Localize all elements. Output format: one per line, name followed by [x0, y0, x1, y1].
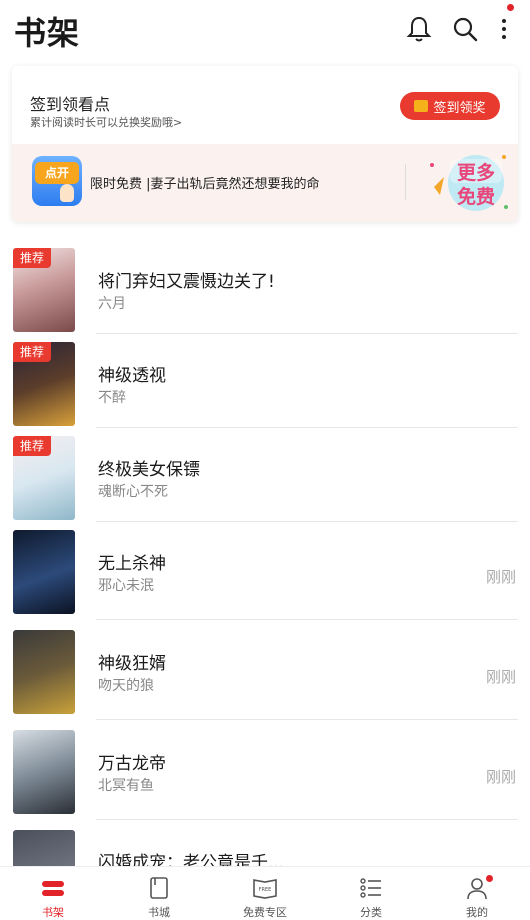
book-author: 不醉: [98, 390, 126, 406]
nav-bookstore[interactable]: 书城: [106, 867, 212, 920]
notification-dot: [507, 4, 514, 11]
finger-icon: [60, 184, 74, 202]
more-options-icon[interactable]: [492, 14, 522, 44]
book-cover[interactable]: [13, 530, 75, 614]
promo-text[interactable]: 限时免费 |妻子出轨后竟然还想要我的命: [90, 173, 320, 192]
update-time: 刚刚: [485, 768, 516, 786]
nav-label: 我的: [466, 906, 488, 919]
book-author: 邪心未泯: [98, 578, 154, 594]
nav-label: 免费专区: [243, 906, 287, 919]
bell-icon[interactable]: [404, 14, 434, 44]
nav-label: 分类: [360, 906, 382, 919]
bookshelf-icon: [42, 881, 64, 896]
nav-label: 书架: [42, 906, 64, 919]
book-title: 终极美女保镖: [98, 460, 200, 480]
book-row[interactable]: 无上杀神 邪心未泯 刚刚: [0, 520, 530, 620]
search-icon[interactable]: [450, 14, 480, 44]
signin-card: 签到领看点 累计阅读时长可以兑换奖励哦> 签到领奖 点开 限时免费 |妻子出轨后…: [12, 66, 518, 222]
book-title: 神级透视: [98, 366, 166, 386]
book-title: 万古龙帝: [98, 754, 166, 774]
free-zone-icon: FREE: [253, 879, 277, 899]
book-author: 吻天的狼: [98, 678, 154, 694]
more-free-line1: 更多: [457, 161, 495, 184]
book-title: 无上杀神: [98, 554, 166, 574]
book-cover[interactable]: [13, 730, 75, 814]
book-row[interactable]: 神级狂婿 吻天的狼 刚刚: [0, 620, 530, 720]
gift-icon: [414, 100, 429, 112]
bookstore-icon: [150, 877, 168, 899]
book-title: 闪婚成宠：老公竟是千...: [98, 853, 285, 866]
book-author: 魂断心不死: [98, 484, 168, 500]
category-icon: [360, 878, 381, 898]
top-bar: 书架: [0, 0, 530, 58]
nav-label: 书城: [148, 906, 170, 919]
book-cover[interactable]: 推荐: [13, 248, 75, 332]
promo-icon-label: 点开: [35, 162, 79, 184]
svg-text:FREE: FREE: [259, 887, 272, 893]
book-row[interactable]: 万古龙帝 北冥有鱼 刚刚: [0, 720, 530, 820]
tap-open-icon: 点开: [32, 156, 82, 206]
book-cover[interactable]: [13, 830, 75, 866]
recommend-badge: 推荐: [13, 342, 51, 362]
nav-profile[interactable]: 我的: [424, 867, 530, 920]
book-cover[interactable]: 推荐: [13, 436, 75, 520]
nav-bookshelf[interactable]: 书架: [0, 867, 106, 920]
update-time: 刚刚: [485, 668, 516, 686]
signin-button-label: 签到领奖: [433, 100, 486, 116]
promo-strip[interactable]: 点开 限时免费 |妻子出轨后竟然还想要我的命 更多 免费: [12, 144, 518, 222]
book-row[interactable]: 推荐 终极美女保镖 魂断心不死: [0, 426, 530, 522]
recommend-badge: 推荐: [13, 248, 51, 268]
book-row[interactable]: 闪婚成宠：老公竟是千...: [0, 820, 530, 866]
book-row[interactable]: 推荐 神级透视 不醉: [0, 332, 530, 428]
more-free-line2: 免费: [457, 185, 495, 208]
book-author: 北冥有鱼: [98, 778, 154, 794]
nav-category[interactable]: 分类: [318, 867, 424, 920]
recommend-badge: 推荐: [13, 436, 51, 456]
book-title: 神级狂婿: [98, 654, 166, 674]
book-title: 将门弃妇又震慑边关了!: [98, 272, 275, 292]
signin-button[interactable]: 签到领奖: [400, 92, 500, 120]
divider: [405, 164, 406, 200]
book-cover[interactable]: [13, 630, 75, 714]
signin-title: 签到领看点: [30, 95, 111, 114]
book-row[interactable]: 推荐 将门弃妇又震慑边关了! 六月: [0, 238, 530, 334]
signin-subtitle[interactable]: 累计阅读时长可以兑换奖励哦>: [30, 114, 182, 130]
notification-dot: [486, 875, 493, 882]
update-time: 刚刚: [485, 568, 516, 586]
book-author: 六月: [98, 296, 126, 312]
book-cover[interactable]: 推荐: [13, 342, 75, 426]
more-free-badge[interactable]: 更多 免费: [424, 147, 510, 219]
nav-free-zone[interactable]: FREE 免费专区: [212, 867, 318, 920]
bottom-nav: 书架 书城 FREE 免费专区 分类 我的: [0, 866, 530, 920]
page-title: 书架: [14, 14, 81, 52]
